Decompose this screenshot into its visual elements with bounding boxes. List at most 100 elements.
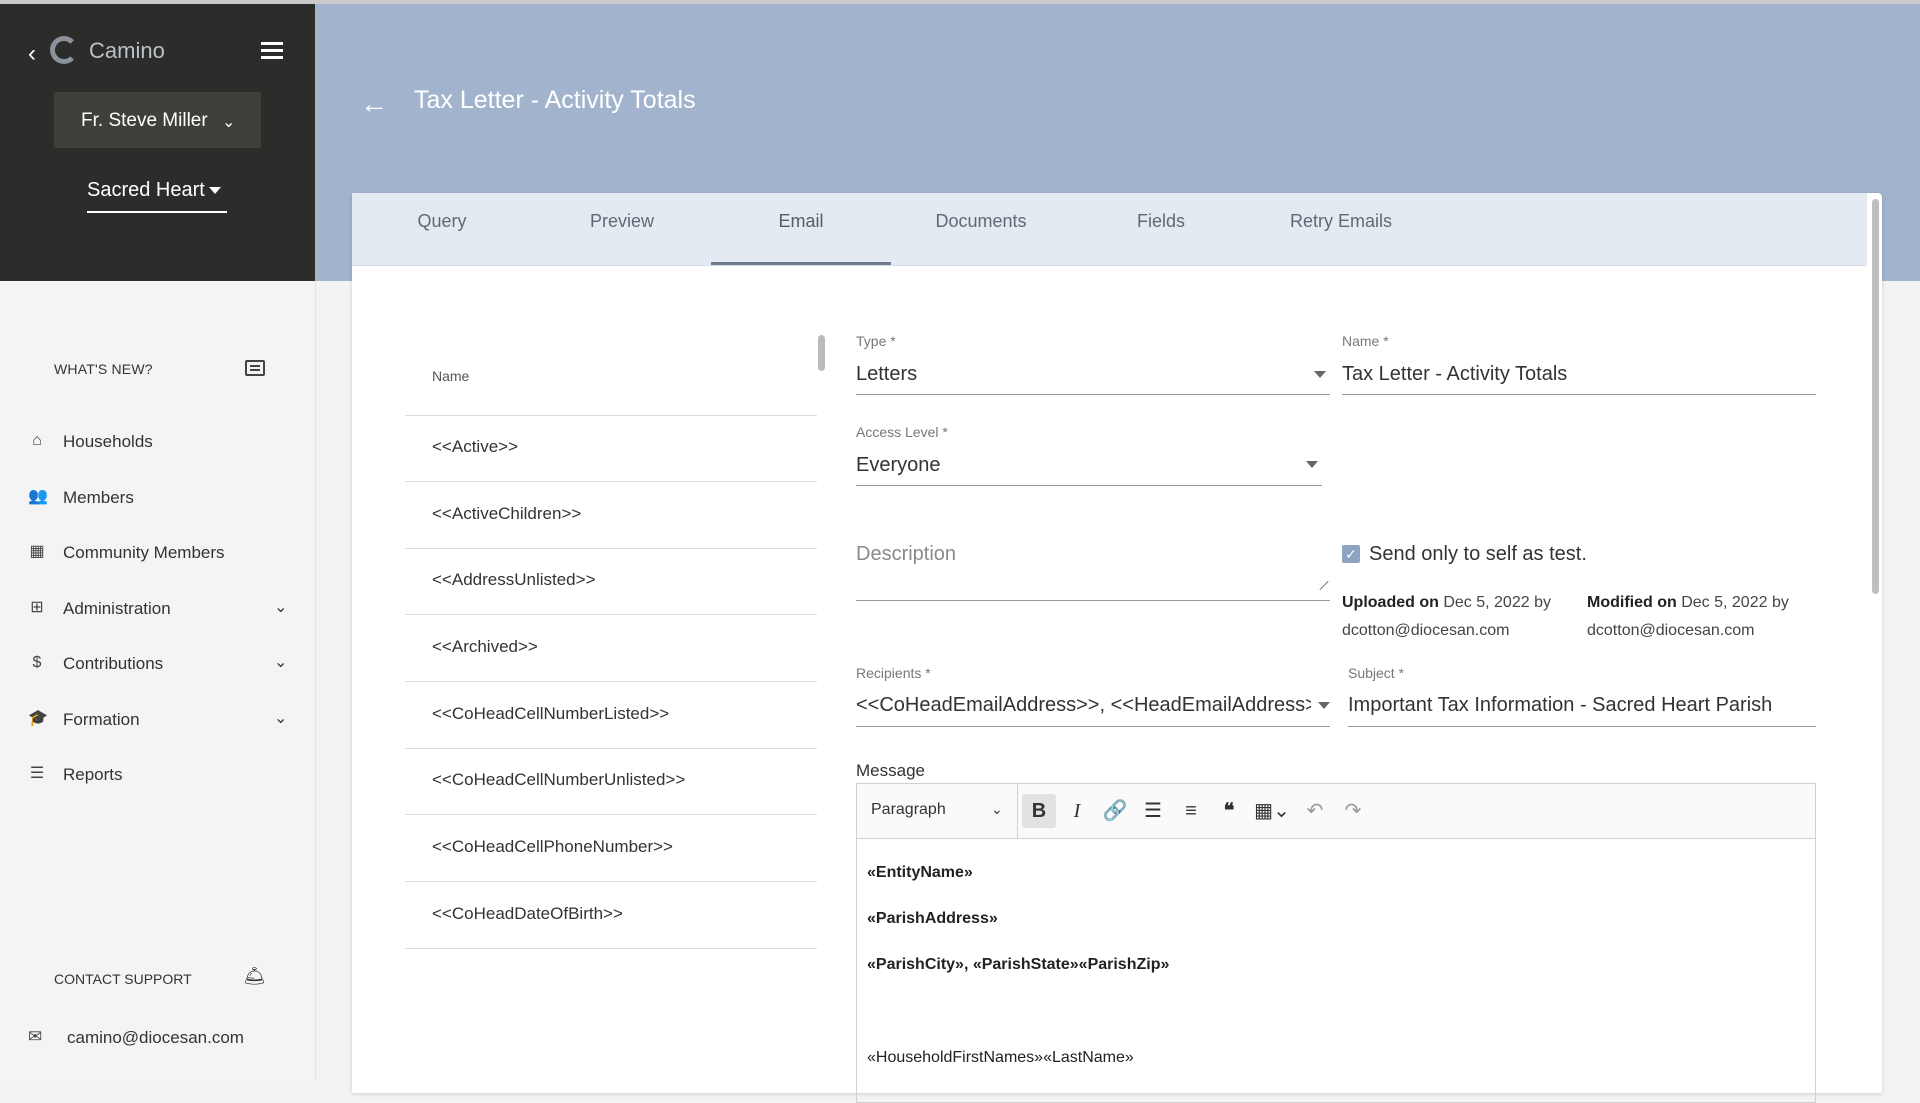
page-scrollbar[interactable] (1870, 199, 1880, 1089)
type-select[interactable]: Letters (856, 363, 917, 386)
camino-logo-icon (50, 36, 78, 64)
newspaper-icon[interactable] (245, 360, 265, 376)
dollar-icon: $ (32, 654, 42, 671)
name-field[interactable]: Tax Letter - Activity Totals (1342, 363, 1567, 386)
field-name: <<Archived>> (432, 637, 538, 656)
list-item[interactable]: <<AddressUnlisted>> (405, 548, 817, 615)
resize-handle-icon[interactable] (1318, 581, 1328, 591)
people-icon: 👥 (28, 488, 48, 505)
send-self-checkbox[interactable]: ✓ (1342, 545, 1360, 563)
list-item[interactable]: <<CoHeadCellPhoneNumber>> (405, 815, 817, 882)
tab-preview[interactable]: Preview (532, 193, 712, 265)
sidebar-item-reports[interactable]: ☰ Reports (0, 755, 315, 795)
recipients-underline (856, 726, 1330, 727)
back-chevron-icon[interactable]: ‹ (28, 40, 50, 67)
description-field[interactable]: Description (856, 543, 956, 566)
sidebar-item-members[interactable]: 👥 Members (0, 478, 315, 518)
list-item[interactable]: <<Archived>> (405, 615, 817, 682)
description-underline (856, 600, 1330, 601)
support-bell-icon[interactable]: 🛎 (243, 966, 266, 988)
message-editor[interactable]: Paragraph ⌄ B I 🔗 ☰ ≡ ❝ ▦⌄ ↶ ↷ «EntityNa… (856, 783, 1816, 1103)
building-icon: ▦ (29, 543, 45, 560)
undo-icon[interactable]: ↶ (1298, 794, 1332, 828)
user-name: Fr. Steve Miller (81, 110, 208, 131)
blockquote-icon[interactable]: ❝ (1212, 794, 1246, 828)
tab-email[interactable]: Email (711, 193, 891, 265)
field-list-header: Name (405, 323, 817, 416)
sidebar-item-label: Formation (63, 710, 140, 729)
chevron-down-icon: ⌄ (991, 801, 1003, 817)
send-self-label: Send only to self as test. (1369, 543, 1587, 565)
link-icon[interactable]: 🔗 (1098, 794, 1132, 828)
sidebar-item-label: Members (63, 488, 134, 507)
caret-down-icon[interactable] (1306, 461, 1318, 468)
list-item[interactable]: <<CoHeadDateOfBirth>> (405, 882, 817, 949)
sidebar-item-households[interactable]: ⌂ Households (0, 422, 315, 462)
uploaded-by: dcotton@diocesan.com (1342, 622, 1510, 639)
field-name: <<CoHeadDateOfBirth>> (432, 904, 623, 923)
field-list-scrollbar[interactable] (818, 335, 825, 371)
sidebar-header: ‹ Camino Fr. Steve Miller ⌄ Sacred Heart (0, 0, 315, 281)
modified-by: dcotton@diocesan.com (1587, 622, 1755, 639)
sidebar-item-contributions[interactable]: $ Contributions ⌄ (0, 644, 315, 684)
access-level-select[interactable]: Everyone (856, 454, 941, 477)
contact-support-label: CONTACT SUPPORT (54, 971, 192, 987)
italic-icon[interactable]: I (1060, 794, 1094, 828)
modified-info: Modified on Dec 5, 2022 by dcotton@dioce… (1587, 589, 1789, 645)
parish-select[interactable]: Sacred Heart (87, 175, 227, 213)
sidebar: ‹ Camino Fr. Steve Miller ⌄ Sacred Heart… (0, 0, 316, 1080)
list-item[interactable]: <<Active>> (405, 415, 817, 482)
active-tab-indicator (711, 262, 891, 265)
caret-down-icon[interactable] (1318, 702, 1330, 709)
recipients-select[interactable]: <<CoHeadEmailAddress>>, <<HeadEmailAddre… (856, 694, 1311, 717)
editor-line: «ParishCity», «ParishState»«ParishZip» (867, 956, 1170, 973)
sidebar-item-label: Community Members (63, 543, 225, 562)
tab-retry-emails[interactable]: Retry Emails (1251, 193, 1431, 265)
uploaded-info: Uploaded on Dec 5, 2022 by dcotton@dioce… (1342, 589, 1551, 645)
sidebar-item-community-members[interactable]: ▦ Community Members (0, 533, 315, 573)
subject-field[interactable]: Important Tax Information - Sacred Heart… (1348, 694, 1772, 717)
sidebar-item-administration[interactable]: ⊞ Administration ⌄ (0, 589, 315, 629)
bold-icon[interactable]: B (1022, 794, 1056, 828)
user-menu-button[interactable]: Fr. Steve Miller ⌄ (54, 92, 261, 148)
field-name: <<CoHeadCellNumberListed>> (432, 704, 670, 723)
whats-new-link[interactable]: WHAT'S NEW? (54, 361, 153, 377)
editor-line: «ParishAddress» (867, 910, 998, 927)
numbered-list-icon[interactable]: ≡ (1174, 794, 1208, 828)
field-name: <<CoHeadCellPhoneNumber>> (432, 837, 673, 856)
insert-table-icon[interactable]: ▦⌄ (1250, 794, 1294, 828)
support-email[interactable]: camino@diocesan.com (67, 1028, 244, 1048)
list-item[interactable]: <<CoHeadCellNumberListed>> (405, 682, 817, 749)
subject-underline (1348, 726, 1816, 727)
caret-down-icon[interactable] (1314, 371, 1326, 378)
block-format-select[interactable]: Paragraph ⌄ (857, 784, 1018, 838)
report-icon: ☰ (29, 765, 45, 782)
scrollbar-thumb[interactable] (1872, 199, 1879, 594)
arrow-left-icon[interactable]: ← (360, 88, 388, 120)
editor-line: «EntityName» (867, 864, 973, 881)
access-level-underline (856, 485, 1322, 486)
sidebar-item-label: Contributions (63, 654, 164, 673)
field-name: <<ActiveChildren>> (432, 504, 582, 523)
redo-icon[interactable]: ↷ (1336, 794, 1370, 828)
home-icon: ⌂ (32, 432, 42, 449)
editor-line: «HouseholdFirstNames»«LastName» (867, 1049, 1134, 1066)
editor-toolbar: Paragraph ⌄ B I 🔗 ☰ ≡ ❝ ▦⌄ ↶ ↷ (857, 784, 1815, 839)
field-name: <<Active>> (432, 437, 519, 456)
access-level-label: Access Level * (856, 424, 948, 440)
bulleted-list-icon[interactable]: ☰ (1136, 794, 1170, 828)
uploaded-date: Dec 5, 2022 by (1443, 594, 1551, 611)
type-underline (856, 394, 1330, 395)
modified-label: Modified on (1587, 594, 1677, 611)
sidebar-item-formation[interactable]: 🎓 Formation ⌄ (0, 700, 315, 740)
tab-fields[interactable]: Fields (1071, 193, 1251, 265)
modified-date: Dec 5, 2022 by (1681, 594, 1789, 611)
tab-documents[interactable]: Documents (891, 193, 1071, 265)
list-item[interactable]: <<ActiveChildren>> (405, 482, 817, 549)
menu-icon[interactable] (261, 42, 283, 60)
sidebar-item-label: Households (63, 432, 153, 451)
column-header-name: Name (432, 368, 470, 384)
list-item[interactable]: <<CoHeadCellNumberUnlisted>> (405, 748, 817, 815)
tab-query[interactable]: Query (352, 193, 532, 265)
sidebar-item-label: Reports (63, 765, 123, 784)
